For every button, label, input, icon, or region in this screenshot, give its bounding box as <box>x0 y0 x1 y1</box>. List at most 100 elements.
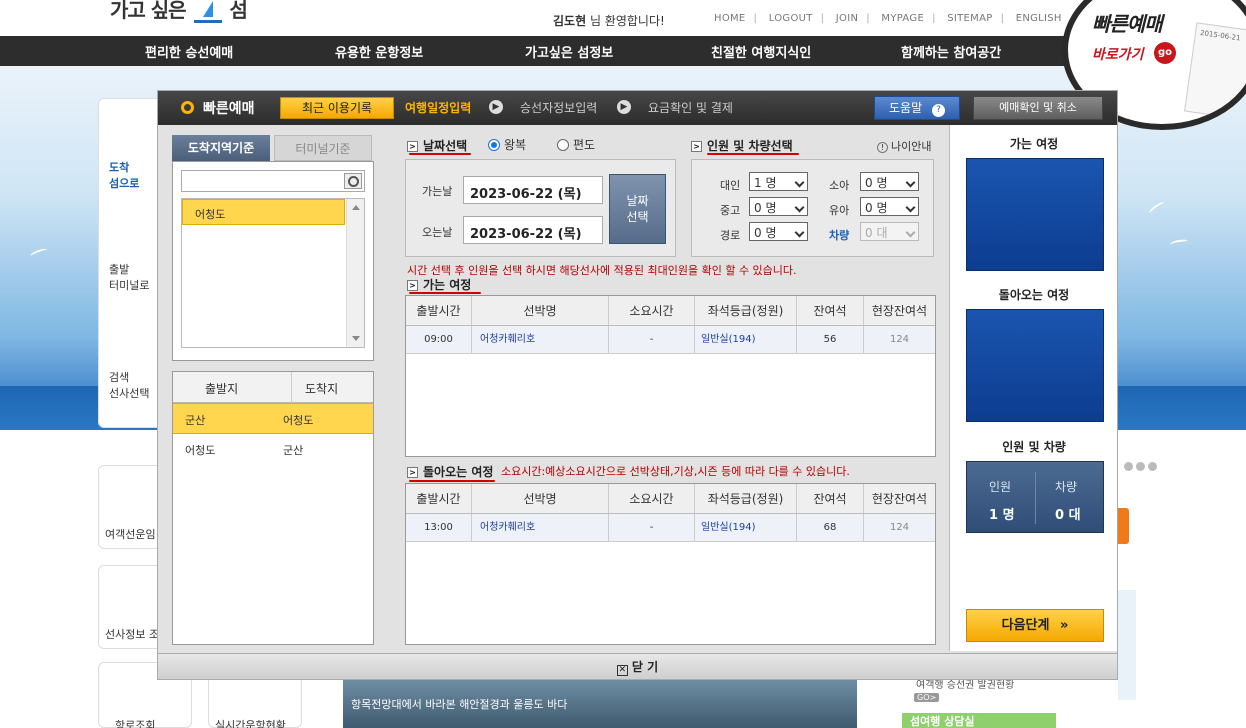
nav-item-travel-tips[interactable]: 친절한 여행지식인 <box>711 42 811 61</box>
summary-return-title: 돌아오는 여정 <box>998 288 1070 302</box>
area-search-input[interactable] <box>181 170 365 192</box>
user-name: 김도현 <box>553 14 587 28</box>
route-list-header: 출발지 도착지 <box>173 372 373 403</box>
cell-ship[interactable]: 어청카훼리호 <box>472 514 609 541</box>
child-select[interactable]: 0 명 <box>860 172 919 191</box>
recent-history-button[interactable]: 최근 이용기록 <box>280 97 394 119</box>
arrow-right-icon: > <box>407 467 418 478</box>
modal-close-bar[interactable]: ✕ 닫 기 <box>158 653 1117 679</box>
help-icon: ? <box>931 104 945 117</box>
summary-car-value: 0 대 <box>1055 508 1081 523</box>
child-label: 소아 <box>829 179 850 192</box>
nav-item-community[interactable]: 함께하는 참여공간 <box>901 42 1001 61</box>
route-header-from: 출발지 <box>205 382 239 396</box>
annotation-underline <box>409 480 495 482</box>
area-list-scrollbar[interactable] <box>346 199 364 347</box>
side-label-to-terminal[interactable]: 터미널로 <box>109 277 149 293</box>
sailboat-icon <box>193 0 222 23</box>
route-row[interactable]: 군산 어청도 <box>173 403 373 434</box>
outbound-section-label: > 가는 여정 <box>407 276 471 293</box>
return-date-input[interactable]: 2023-06-22 (목) <box>463 216 603 244</box>
car-label: 차량 <box>829 229 850 242</box>
return-date-label: 오는날 <box>422 226 453 239</box>
modal-title: 빠른예매 <box>203 101 255 117</box>
next-step-button[interactable]: 다음단계 » <box>966 609 1104 642</box>
nav-item-islands[interactable]: 가고싶은 섬정보 <box>525 42 613 61</box>
side-label-search[interactable]: 검색 <box>109 369 129 385</box>
depart-date-input[interactable]: 2023-06-22 (목) <box>463 176 603 204</box>
link-logout[interactable]: LOGOUT <box>769 13 813 24</box>
right-go-button[interactable]: GO> <box>914 693 940 702</box>
link-home[interactable]: HOME <box>714 13 746 24</box>
summary-divider <box>1035 472 1036 524</box>
route-header-to: 도착지 <box>290 372 339 403</box>
return-section-label: > 돌아오는 여정 소요시간:예상소요시간으로 선박상태,기상,시즌 등에 따라 … <box>407 463 850 480</box>
cell-grade[interactable]: 일반실(194) <box>695 326 797 353</box>
col-remaining: 잔여석 <box>797 296 864 325</box>
side-label-arrival[interactable]: 도착 <box>109 159 129 175</box>
adult-label: 대인 <box>720 179 741 192</box>
nav-item-reservation[interactable]: 편리한 승선예매 <box>145 42 233 61</box>
table-row[interactable]: 09:00 어청카훼리호 - 일반실(194) 56 124 <box>406 326 935 354</box>
confirm-cancel-button[interactable]: 예매확인 및 취소 <box>973 96 1103 120</box>
site-logo[interactable]: 가고 싶은 섬 <box>110 0 248 23</box>
senior-select[interactable]: 0 명 <box>749 222 808 241</box>
col-onsite-remaining: 현장잔여석 <box>871 304 928 318</box>
col-seat-grade: 좌석등급(정원) <box>695 296 797 325</box>
route-row[interactable]: 어청도 군산 <box>173 434 373 465</box>
link-join[interactable]: JOIN <box>836 13 858 24</box>
link-sitemap[interactable]: SITEMAP <box>947 13 992 24</box>
table-row[interactable]: 13:00 어청카훼리호 - 일반실(194) 68 124 <box>406 514 935 542</box>
consult-banner[interactable]: 섬여행 상담실 <box>902 713 1056 728</box>
annotation-underline <box>409 153 471 155</box>
radio-oneway[interactable]: 편도 <box>557 136 595 153</box>
step-passenger-info[interactable]: 승선자정보입력 <box>520 99 597 116</box>
col-seat-grade: 좌석등급(정원) <box>695 484 797 513</box>
side-label-operator[interactable]: 선사선택 <box>109 385 149 401</box>
age-info-link[interactable]: ! 나이안내 <box>877 138 931 154</box>
infant-select[interactable]: 0 명 <box>860 197 919 216</box>
close-label[interactable]: 닫 기 <box>632 660 658 674</box>
link-english[interactable]: ENGLISH <box>1016 13 1062 24</box>
date-select-button[interactable]: 날짜 선택 <box>609 174 666 244</box>
summary-pax-title: 인원 및 차량 <box>1002 440 1066 454</box>
age-info-label: 나이안내 <box>891 140 932 153</box>
tab-terminal[interactable]: 터미널기준 <box>274 135 372 161</box>
badge-title: 빠른예매 <box>1092 12 1163 36</box>
date-select-line1: 날짜 <box>626 194 649 208</box>
radio-roundtrip[interactable]: 왕복 <box>488 136 526 153</box>
ticket-date: 2015-06-21 <box>1199 28 1241 43</box>
scroll-up-icon[interactable] <box>352 205 360 210</box>
cell-time: 13:00 <box>406 514 472 541</box>
search-icon[interactable] <box>344 173 362 189</box>
youth-select[interactable]: 0 명 <box>749 197 808 216</box>
outbound-table: 출발시간 선박명 소요시간 좌석등급(정원) 잔여석 현장잔여석 09:00 어… <box>405 295 936 457</box>
adult-select[interactable]: 1 명 <box>749 172 808 191</box>
col-departure-time: 출발시간 <box>406 484 472 513</box>
tab-arrival-area[interactable]: 도착지역기준 <box>172 135 270 161</box>
area-list[interactable]: 어청도 <box>181 198 365 348</box>
col-ship-name: 선박명 <box>472 484 609 513</box>
cell-ship[interactable]: 어청카훼리호 <box>472 326 609 353</box>
side-label-departure[interactable]: 출발 <box>109 261 129 277</box>
scroll-down-icon[interactable] <box>352 336 360 341</box>
logo-text: 가고 싶은 <box>110 0 187 22</box>
next-step-label: 다음단계 <box>1001 618 1050 633</box>
side-label-to-island[interactable]: 섬으로 <box>109 175 139 191</box>
cell-remaining: 56 <box>797 326 864 353</box>
pax-box: 대인 1 명 소아 0 명 중고 0 명 유아 0 명 경로 0 명 차량 0 … <box>691 159 934 257</box>
link-mypage[interactable]: MYPAGE <box>881 13 924 24</box>
quick-reservation-modal: 빠른예매 최근 이용기록 여행일정입력 ▶ 승선자정보입력 ▶ 요금확인 및 결… <box>157 90 1118 680</box>
col-departure-time: 출발시간 <box>406 296 472 325</box>
summary-return-box <box>966 309 1104 422</box>
help-button[interactable]: 도움말 ? <box>874 96 960 120</box>
cell-grade[interactable]: 일반실(194) <box>695 514 797 541</box>
close-icon[interactable]: ✕ <box>616 665 628 676</box>
car-select: 0 대 <box>860 222 919 241</box>
area-item-selected[interactable]: 어청도 <box>182 199 345 225</box>
step-payment[interactable]: 요금확인 및 결제 <box>648 99 733 116</box>
return-table: 출발시간 선박명 소요시간 좌석등급(정원) 잔여석 현장잔여석 13:00 어… <box>405 483 936 645</box>
nav-item-schedule[interactable]: 유용한 운항정보 <box>335 42 423 61</box>
step-itinerary[interactable]: 여행일정입력 <box>405 99 471 116</box>
slider-dots[interactable] <box>1124 460 1160 474</box>
